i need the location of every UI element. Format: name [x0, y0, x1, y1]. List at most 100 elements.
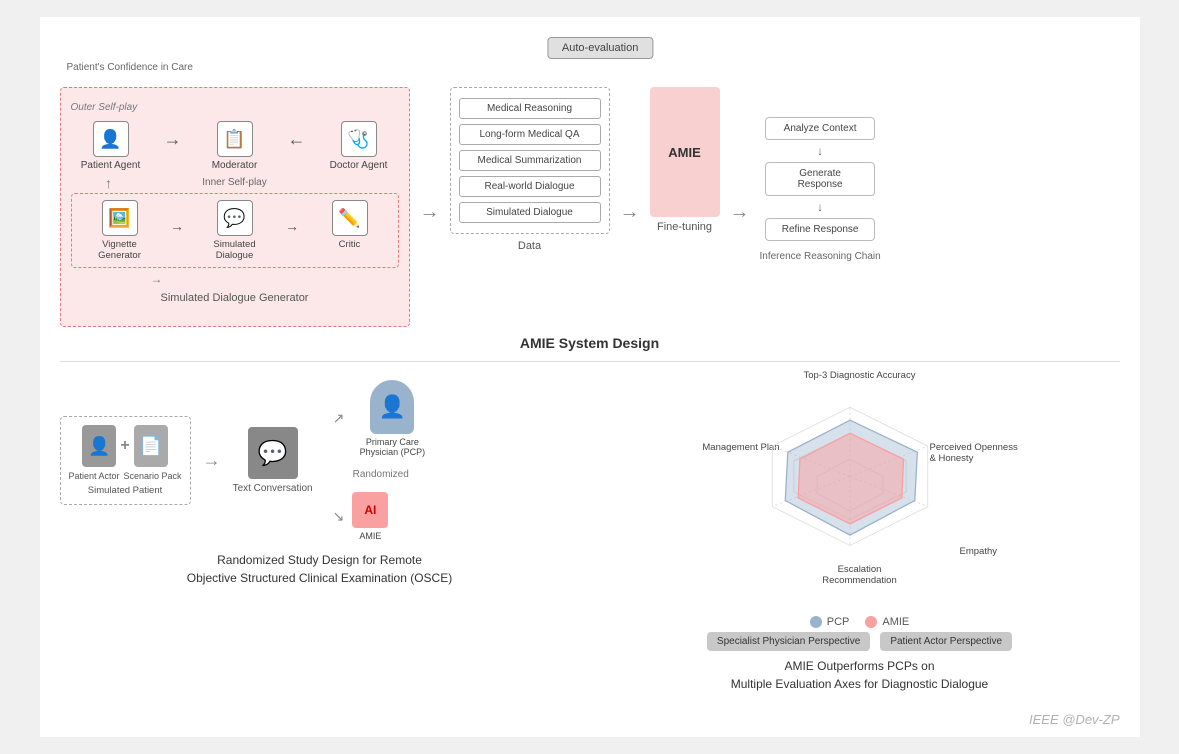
doctor-agent-icon: 🩺: [341, 121, 377, 157]
osce-arrow-1: →: [203, 450, 221, 471]
legend-amie: AMIE: [865, 616, 909, 628]
radar-container: Top-3 Diagnostic Accuracy Perceived Open…: [700, 370, 1020, 610]
vignette-generator-box: 🖼️ Vignette Generator: [80, 200, 160, 261]
critic-box: ✏️ Critic: [310, 200, 390, 250]
amie-section: AMIE Fine-tuning: [650, 87, 720, 233]
data-item-4: Real-world Dialogue: [459, 176, 601, 197]
doctor-agent-label: Doctor Agent: [330, 160, 388, 171]
flow-arrow-1: →: [420, 201, 440, 224]
pill-specialist: Specialist Physician Perspective: [707, 632, 870, 651]
inner-self-play-label: Inner Self-play: [127, 177, 343, 188]
flow-arrow-2: →: [620, 201, 640, 224]
legend-pcp-label: PCP: [827, 616, 850, 628]
pcp-item: 👤 Primary Care Physician (PCP): [352, 380, 432, 457]
arrow-right-2: →: [170, 218, 184, 234]
system-diagram: Patient's Confidence in Care Outer Self-…: [60, 87, 1120, 327]
amie-badge: AI: [352, 492, 388, 528]
pill-row: Specialist Physician Perspective Patient…: [707, 632, 1012, 651]
arrow-up-patient: ↑: [91, 175, 127, 191]
amie-branch: ↘ AI AMIE: [333, 492, 433, 541]
patient-agent-label: Patient Agent: [81, 160, 141, 171]
axis-top-label: Top-3 Diagnostic Accuracy: [800, 370, 920, 381]
sdg-bottom-label: Simulated Dialogue Generator: [71, 292, 399, 304]
branch-arrow-up: ↗: [333, 410, 345, 427]
flow-arrow-3: →: [730, 201, 750, 224]
patient-actor-sublabel: Patient Actor: [69, 471, 120, 481]
sdg-box: Patient's Confidence in Care Outer Self-…: [60, 87, 410, 327]
data-item-1: Medical Reasoning: [459, 98, 601, 119]
amie-box: AMIE: [650, 87, 720, 217]
arrow-left-1: ←: [288, 129, 306, 150]
pcp-label: Primary Care Physician (PCP): [352, 437, 432, 457]
doctor-agent-box: 🩺 Doctor Agent: [319, 121, 399, 171]
agents-top-row: 👤 Patient Agent → 📋 Moderator ← 🩺 Doctor…: [71, 121, 399, 171]
radar-svg: [720, 390, 980, 580]
critic-label: Critic: [339, 239, 361, 250]
arrow-right-1: →: [164, 129, 182, 150]
watermark: IEEE @Dev-ZP: [1029, 712, 1120, 727]
data-item-3: Medical Summarization: [459, 150, 601, 171]
main-page: Auto-evaluation Patient's Confidence in …: [40, 17, 1140, 737]
osce-title: Randomized Study Design for Remote Objec…: [60, 551, 580, 587]
simulated-dialogue-label: Simulated Dialogue: [195, 239, 275, 261]
amie-label-bottom: AMIE: [359, 531, 381, 541]
sp-icons-row: 👤 + 📄: [82, 425, 167, 467]
patient-agent-box: 👤 Patient Agent: [71, 121, 151, 171]
patient-agent-icon: 👤: [93, 121, 129, 157]
simulated-dialogue-box: 💬 Simulated Dialogue: [195, 200, 275, 261]
outer-self-play-label: Outer Self-play: [71, 102, 399, 113]
legend-amie-label: AMIE: [882, 616, 909, 628]
inference-box: Analyze Context ↓ Generate Response ↓ Re…: [760, 117, 881, 262]
divider: [60, 361, 1120, 362]
text-conv-icon: 💬: [248, 427, 298, 479]
middle-section: ↑ Inner Self-play: [71, 175, 399, 191]
refine-response-block: Refine Response: [765, 218, 875, 241]
legend-amie-icon: [865, 616, 877, 628]
data-label: Data: [518, 240, 541, 252]
pcp-branch: ↗ 👤 Primary Care Physician (PCP): [333, 380, 433, 457]
osce-area: 👤 + 📄 Patient Actor Scenario Pack Simula…: [60, 370, 580, 693]
simulated-dialogue-icon: 💬: [217, 200, 253, 236]
system-title: AMIE System Design: [520, 335, 659, 351]
inf-arrow-2: ↓: [817, 200, 823, 214]
osce-diagram: 👤 + 📄 Patient Actor Scenario Pack Simula…: [60, 380, 580, 541]
inner-self-play-box: 🖼️ Vignette Generator → 💬 Simulated Dial…: [71, 193, 399, 268]
vignette-label: Vignette Generator: [80, 239, 160, 261]
moderator-icon: 📋: [217, 121, 253, 157]
randomized-label: Randomized: [353, 469, 433, 480]
scenario-pack-sublabel: Scenario Pack: [124, 471, 182, 481]
text-conv-section: 💬 Text Conversation: [233, 427, 313, 494]
scenario-pack-icon: 📄: [134, 425, 168, 467]
legend-pcp: PCP: [810, 616, 850, 628]
data-section: Medical Reasoning Long-form Medical QA M…: [450, 87, 610, 252]
top-section: Auto-evaluation Patient's Confidence in …: [60, 37, 1120, 351]
pill-patient: Patient Actor Perspective: [880, 632, 1012, 651]
amie-item: AI AMIE: [352, 492, 388, 541]
moderator-box: 📋 Moderator: [195, 121, 275, 171]
data-box: Medical Reasoning Long-form Medical QA M…: [450, 87, 610, 234]
vignette-icon: 🖼️: [102, 200, 138, 236]
inf-arrow-1: ↓: [817, 144, 823, 158]
radar-title: AMIE Outperforms PCPs on Multiple Evalua…: [731, 657, 988, 693]
analyze-context-block: Analyze Context: [765, 117, 875, 140]
patient-actor-icon: 👤: [82, 425, 116, 467]
plus-sign: +: [120, 437, 129, 455]
pcp-figure-icon: 👤: [370, 380, 414, 434]
bottom-arrow: →: [71, 272, 399, 286]
critic-icon: ✏️: [332, 200, 368, 236]
moderator-label: Moderator: [212, 160, 258, 171]
inference-label: Inference Reasoning Chain: [760, 251, 881, 262]
patient-confidence-label: Patient's Confidence in Care: [67, 62, 193, 73]
fine-tuning-label: Fine-tuning: [657, 221, 712, 233]
simulated-patient-label: Simulated Patient: [88, 485, 162, 496]
simulated-patient-box: 👤 + 📄 Patient Actor Scenario Pack Simula…: [60, 416, 191, 505]
text-conv-label: Text Conversation: [233, 483, 313, 494]
radar-area: Top-3 Diagnostic Accuracy Perceived Open…: [600, 370, 1120, 693]
data-item-5: Simulated Dialogue: [459, 202, 601, 223]
radar-legend: PCP AMIE: [810, 616, 910, 628]
bottom-section: 👤 + 📄 Patient Actor Scenario Pack Simula…: [60, 370, 1120, 693]
branch-area: ↗ 👤 Primary Care Physician (PCP) Randomi…: [333, 380, 433, 541]
branch-arrow-down: ↘: [333, 508, 345, 525]
legend-pcp-icon: [810, 616, 822, 628]
generate-response-block: Generate Response: [765, 162, 875, 196]
